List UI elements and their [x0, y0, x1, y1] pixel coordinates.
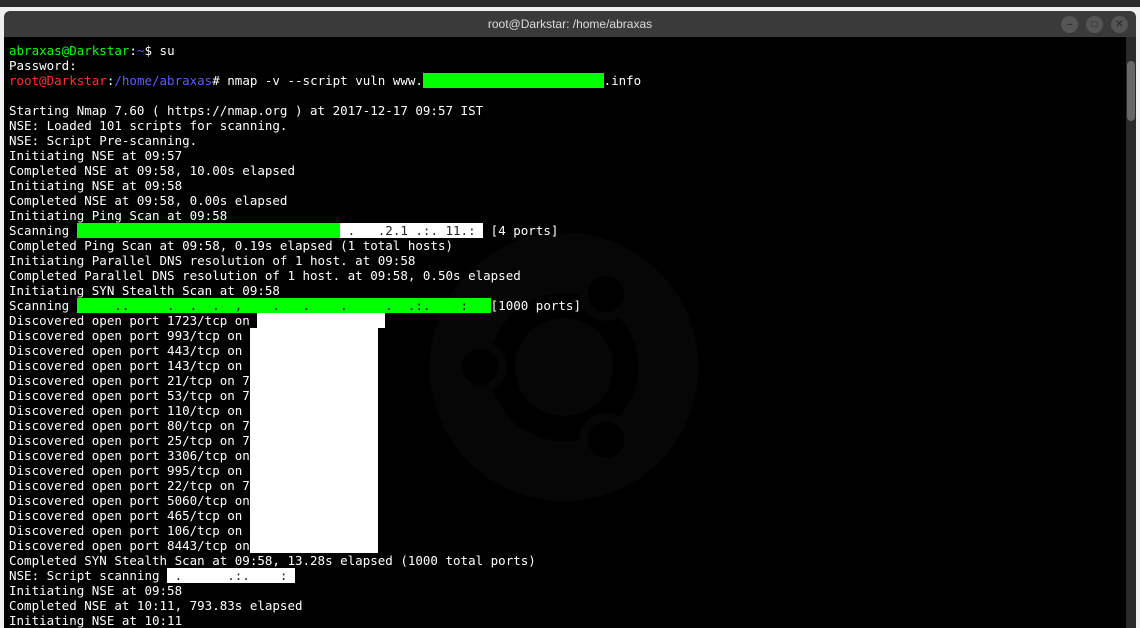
output-line: Discovered open port 443/tcp on	[9, 343, 1131, 358]
redacted-ip	[250, 328, 378, 343]
password-line: Password:	[9, 58, 1131, 73]
output-line: Discovered open port 21/tcp on 7	[9, 373, 1131, 388]
redacted-ip	[250, 448, 378, 463]
output-line: Scanning .. . . . , . . . . .:. : [1000 …	[9, 298, 1131, 313]
redacted-hostname	[423, 73, 604, 88]
redacted-ip	[250, 463, 378, 478]
output-line: NSE: Script Pre-scanning.	[9, 133, 1131, 148]
close-button[interactable]: ✕	[1111, 16, 1128, 33]
output-line: Completed NSE at 09:58, 10.00s elapsed	[9, 163, 1131, 178]
output-line: Discovered open port 3306/tcp on	[9, 448, 1131, 463]
output-line: Discovered open port 465/tcp on	[9, 508, 1131, 523]
output-line: Starting Nmap 7.60 ( https://nmap.org ) …	[9, 103, 1131, 118]
prompt-line-root: root@Darkstar:/home/abraxas# nmap -v --s…	[9, 73, 1131, 88]
output-line: Initiating NSE at 09:58	[9, 178, 1131, 193]
output-line: NSE: Loaded 101 scripts for scanning.	[9, 118, 1131, 133]
output-line: Completed SYN Stealth Scan at 09:58, 13.…	[9, 553, 1131, 568]
output-line: Discovered open port 80/tcp on 7	[9, 418, 1131, 433]
output-line: Initiating NSE at 10:11	[9, 613, 1131, 628]
redacted-ip	[250, 478, 378, 493]
redacted-ip	[250, 418, 378, 433]
output-line: Discovered open port 22/tcp on 7	[9, 478, 1131, 493]
terminal-output: abraxas@Darkstar:~$ su Password: root@Da…	[9, 43, 1131, 628]
output-line: Completed Ping Scan at 09:58, 0.19s elap…	[9, 238, 1131, 253]
minimize-button[interactable]: –	[1061, 16, 1078, 33]
redacted-ip	[250, 493, 378, 508]
output-line: Initiating Parallel DNS resolution of 1 …	[9, 253, 1131, 268]
redacted-ip	[250, 388, 378, 403]
redacted-ip	[250, 538, 378, 553]
output-line: Discovered open port 53/tcp on 7	[9, 388, 1131, 403]
redacted-ip	[250, 403, 378, 418]
prompt-line-user: abraxas@Darkstar:~$ su	[9, 43, 1131, 58]
desktop-top-panel	[0, 0, 1140, 7]
output-line: Initiating NSE at 09:57	[9, 148, 1131, 163]
window-titlebar: root@Darkstar: /home/abraxas – □ ✕	[4, 11, 1136, 37]
output-line: Scanning . .2.1 .:. 11.: [4 ports]	[9, 223, 1131, 238]
output-line: Discovered open port 8443/tcp on	[9, 538, 1131, 553]
redacted-ip	[250, 433, 378, 448]
output-line: Discovered open port 993/tcp on	[9, 328, 1131, 343]
redacted-ip	[250, 523, 378, 538]
output-line: Initiating Ping Scan at 09:58	[9, 208, 1131, 223]
window-controls: – □ ✕	[1061, 16, 1128, 33]
output-line: Discovered open port 1723/tcp on	[9, 313, 1131, 328]
output-line: Discovered open port 995/tcp on	[9, 463, 1131, 478]
output-line: Initiating SYN Stealth Scan at 09:58	[9, 283, 1131, 298]
redacted-ip	[250, 508, 378, 523]
maximize-button[interactable]: □	[1086, 16, 1103, 33]
output-line: Completed NSE at 10:11, 793.83s elapsed	[9, 598, 1131, 613]
redacted-host	[77, 223, 340, 238]
output-line: Discovered open port 5060/tcp on	[9, 493, 1131, 508]
redacted-ip	[250, 358, 378, 373]
output-line: Discovered open port 25/tcp on 7	[9, 433, 1131, 448]
redacted-ip	[250, 373, 378, 388]
redacted-ip	[250, 343, 378, 358]
redacted-ip	[257, 313, 385, 328]
output-line: Discovered open port 106/tcp on	[9, 523, 1131, 538]
window-title: root@Darkstar: /home/abraxas	[488, 17, 652, 31]
redacted-host: .. . . . , . . . . .:. :	[77, 298, 491, 313]
terminal[interactable]: abraxas@Darkstar:~$ su Password: root@Da…	[4, 37, 1136, 628]
output-line: Initiating NSE at 09:58	[9, 583, 1131, 598]
output-line: Discovered open port 143/tcp on	[9, 358, 1131, 373]
redacted-ip: . .2.1 .:. 11.:	[340, 223, 483, 238]
output-line: Completed NSE at 09:58, 0.00s elapsed	[9, 193, 1131, 208]
output-line: NSE: Script scanning . .:. :	[9, 568, 1131, 583]
redacted-ip: . .:. :	[167, 568, 295, 583]
output-line: Discovered open port 110/tcp on	[9, 403, 1131, 418]
output-line: Completed Parallel DNS resolution of 1 h…	[9, 268, 1131, 283]
